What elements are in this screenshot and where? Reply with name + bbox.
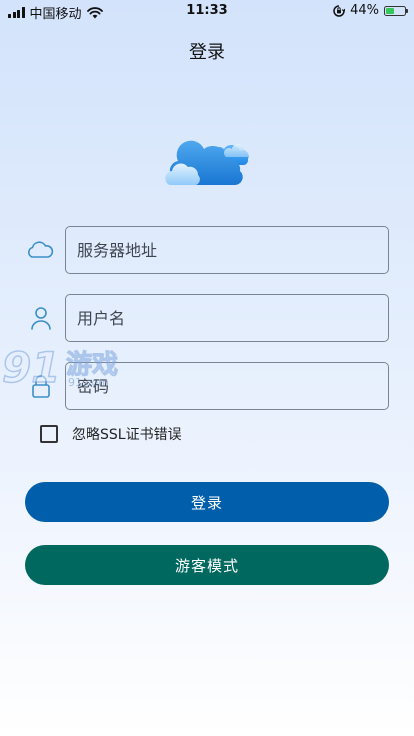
battery-percent: 44% bbox=[350, 3, 379, 18]
ignore-ssl-label: 忽略SSL证书错误 bbox=[72, 427, 182, 443]
user-icon bbox=[31, 307, 51, 330]
ignore-ssl-row[interactable]: 忽略SSL证书错误 bbox=[40, 424, 182, 444]
username-field-row bbox=[26, 294, 390, 342]
page-title: 登录 bbox=[189, 42, 225, 63]
server-address-input[interactable] bbox=[65, 226, 389, 274]
cloud-logo-icon bbox=[165, 140, 249, 186]
login-button[interactable]: 登录 bbox=[25, 482, 389, 522]
site-watermark: 91 游戏 91.com bbox=[1, 342, 137, 395]
battery-icon bbox=[384, 5, 408, 16]
watermark-number: 91 bbox=[1, 342, 61, 393]
watermark-domain: 91.com bbox=[68, 376, 109, 389]
status-bar: 中国移动 11:33 44% bbox=[0, 0, 414, 22]
username-input[interactable] bbox=[65, 294, 389, 342]
guest-mode-button[interactable]: 游客模式 bbox=[25, 545, 389, 585]
ignore-ssl-checkbox[interactable] bbox=[40, 425, 58, 443]
server-field-row bbox=[26, 226, 390, 274]
cloud-icon bbox=[28, 241, 54, 258]
battery-level bbox=[386, 7, 394, 14]
orientation-lock-icon bbox=[333, 4, 346, 17]
status-bar-right: 44% bbox=[333, 3, 408, 18]
